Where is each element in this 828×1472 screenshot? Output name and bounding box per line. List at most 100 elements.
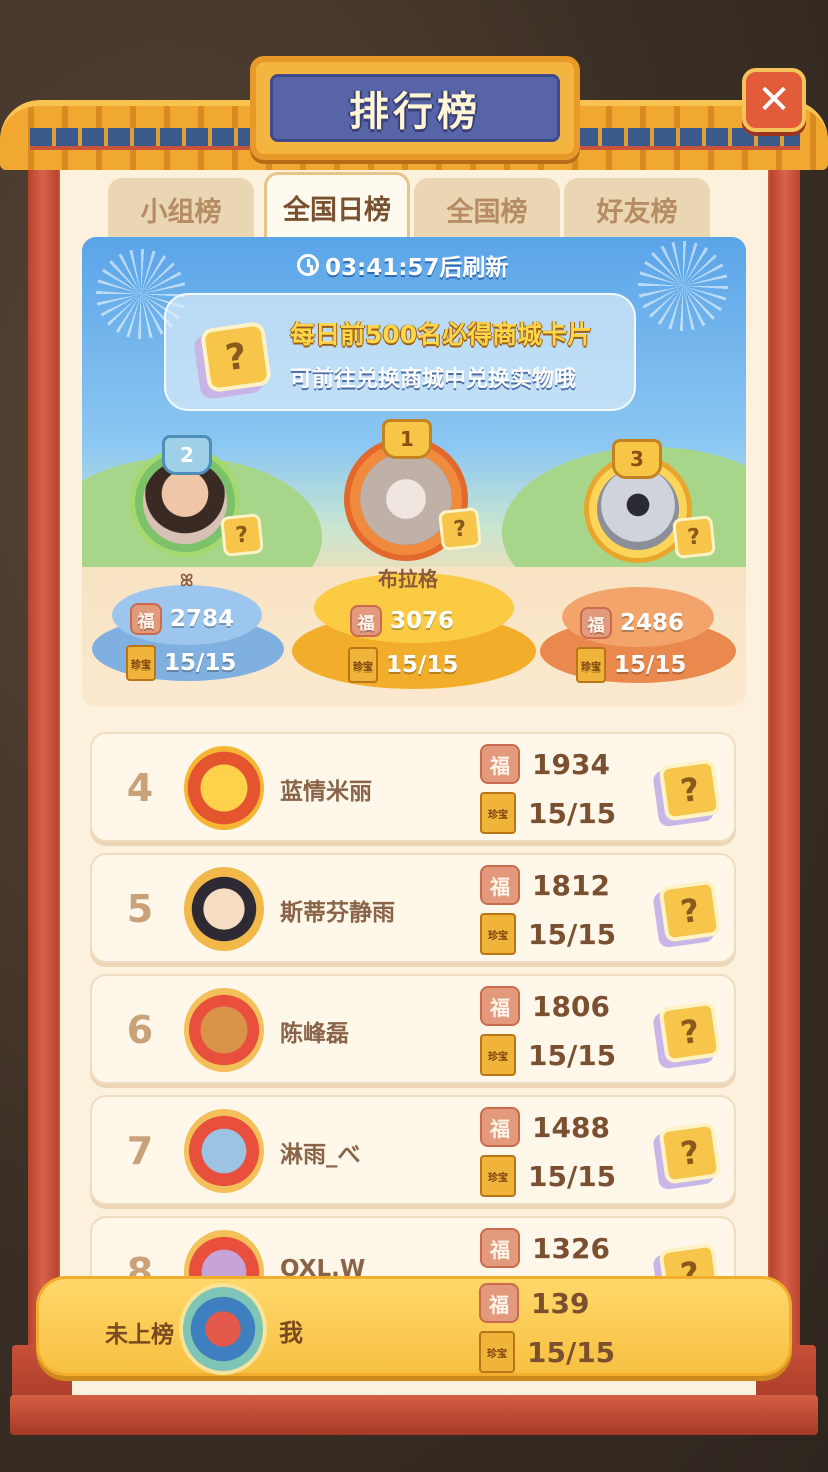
progress-value: 15/15 (528, 796, 617, 830)
close-icon: ✕ (757, 77, 791, 123)
podium-second-progress: 珍宝 15/15 (126, 645, 236, 681)
progress: 珍宝 15/15 (480, 1034, 616, 1076)
rank-number: 6 (126, 1008, 154, 1052)
promo-headline: 每日前500名必得商城卡片 (290, 320, 593, 349)
player-name: 斯蒂芬静雨 (280, 900, 395, 926)
player-name: 陈峰磊 (280, 1021, 349, 1047)
progress-value: 15/15 (528, 1159, 617, 1193)
my-progress: 珍宝 15/15 (479, 1331, 615, 1373)
progress-value: 15/15 (386, 652, 459, 678)
rank-number: 7 (126, 1129, 154, 1173)
progress: 珍宝 15/15 (480, 1155, 616, 1197)
fu-icon: 福 (479, 1283, 519, 1323)
promo-subline: 可前往兑换商城中兑换实物哦 (290, 367, 577, 392)
podium-first-score: 福 3076 (350, 605, 454, 637)
page-title: 排行榜 (349, 89, 481, 135)
treasure-book-icon: 珍宝 (479, 1331, 515, 1373)
card-icon: ? (220, 513, 264, 557)
list-item[interactable]: 4 蓝情米丽 福 1934 珍宝 15/15 ? (90, 732, 736, 842)
avatar (184, 988, 264, 1072)
card-icon[interactable]: ? (658, 1000, 722, 1064)
podium-second-name: ꕤ (180, 571, 194, 590)
fu-icon: 福 (130, 603, 162, 635)
fu-icon: 福 (350, 605, 382, 637)
fu-icon: 福 (580, 607, 612, 639)
card-icon: ? (438, 507, 482, 551)
progress-value: 15/15 (614, 652, 687, 678)
timer-text: 03:41:57后刷新 (325, 255, 509, 281)
score-value: 1934 (532, 747, 610, 781)
avatar (184, 1109, 264, 1193)
avatar-photo (597, 468, 679, 550)
my-rank-status: 未上榜 (105, 1322, 174, 1348)
treasure-book-icon: 珍宝 (348, 647, 378, 683)
my-avatar (179, 1283, 267, 1375)
progress: 珍宝 15/15 (480, 792, 616, 834)
score-value: 2486 (620, 610, 685, 636)
tab-national-daily[interactable]: 全国日榜 (264, 172, 410, 240)
score-value: 1488 (532, 1110, 610, 1144)
score: 福 1934 (480, 744, 610, 784)
rank-badge-third: 3 (612, 439, 662, 479)
score: 福 1326 (480, 1228, 610, 1268)
title-board: 排行榜 (250, 56, 580, 160)
treasure-book-icon: 珍宝 (480, 1155, 516, 1197)
list-item[interactable]: 7 淋雨_べ 福 1488 珍宝 15/15 ? (90, 1095, 736, 1205)
score-value: 139 (531, 1286, 590, 1320)
treasure-book-icon: 珍宝 (576, 647, 606, 683)
player-name: 淋雨_べ (280, 1142, 361, 1168)
bottom-beam (10, 1395, 818, 1435)
podium-third-score: 福 2486 (580, 607, 684, 639)
podium-first-progress: 珍宝 15/15 (348, 647, 458, 683)
tab-national[interactable]: 全国榜 (414, 178, 560, 240)
progress-value: 15/15 (527, 1335, 616, 1369)
treasure-book-icon: 珍宝 (480, 913, 516, 955)
firework-decoration (638, 241, 728, 331)
close-button[interactable]: ✕ (742, 68, 806, 132)
rank-number: 4 (126, 766, 154, 810)
list-item[interactable]: 6 陈峰磊 福 1806 珍宝 15/15 ? (90, 974, 736, 1084)
treasure-book-icon: 珍宝 (126, 645, 156, 681)
fu-icon: 福 (480, 744, 520, 784)
refresh-timer: 03:41:57后刷新 (297, 249, 508, 281)
score-value: 1812 (532, 868, 610, 902)
left-pillar (28, 150, 58, 1420)
title-plate: 排行榜 (270, 74, 560, 142)
tab-group[interactable]: 小组榜 (108, 178, 254, 240)
avatar (184, 746, 264, 830)
promo-box: ? 每日前500名必得商城卡片 可前往兑换商城中兑换实物哦 (164, 293, 636, 411)
progress-value: 15/15 (528, 1038, 617, 1072)
progress-value: 15/15 (164, 650, 237, 676)
avatar-photo (360, 453, 452, 545)
score-value: 1326 (532, 1231, 610, 1265)
progress: 珍宝 15/15 (480, 913, 616, 955)
score: 福 1806 (480, 986, 610, 1026)
rank-badge-second: 2 (162, 435, 212, 475)
right-pillar (770, 150, 800, 1420)
avatar (184, 867, 264, 951)
podium-third-progress: 珍宝 15/15 (576, 647, 686, 683)
card-icon: ? (672, 515, 716, 559)
score: 福 1488 (480, 1107, 610, 1147)
score-value: 3076 (390, 608, 455, 634)
rank-number: 5 (126, 887, 154, 931)
mall-card-icon: ? (199, 320, 273, 394)
clock-icon (297, 254, 319, 276)
fu-icon: 福 (480, 986, 520, 1026)
list-item[interactable]: 5 斯蒂芬静雨 福 1812 珍宝 15/15 ? (90, 853, 736, 963)
top-three-banner: 03:41:57后刷新 ? 每日前500名必得商城卡片 可前往兑换商城中兑换实物… (82, 237, 746, 707)
score: 福 1812 (480, 865, 610, 905)
player-name: 蓝情米丽 (280, 779, 372, 805)
my-score: 福 139 (479, 1283, 589, 1323)
score-value: 1806 (532, 989, 610, 1023)
my-rank-bar[interactable]: 未上榜 我 福 139 珍宝 15/15 (36, 1276, 792, 1376)
card-icon[interactable]: ? (658, 879, 722, 943)
rank-badge-first: 1 (382, 419, 432, 459)
podium-first-name: 布拉格 (378, 567, 438, 591)
card-icon[interactable]: ? (658, 758, 722, 822)
fu-icon: 福 (480, 1228, 520, 1268)
card-icon[interactable]: ? (658, 1121, 722, 1185)
progress-value: 15/15 (528, 917, 617, 951)
tab-friends[interactable]: 好友榜 (564, 178, 710, 240)
fu-icon: 福 (480, 1107, 520, 1147)
